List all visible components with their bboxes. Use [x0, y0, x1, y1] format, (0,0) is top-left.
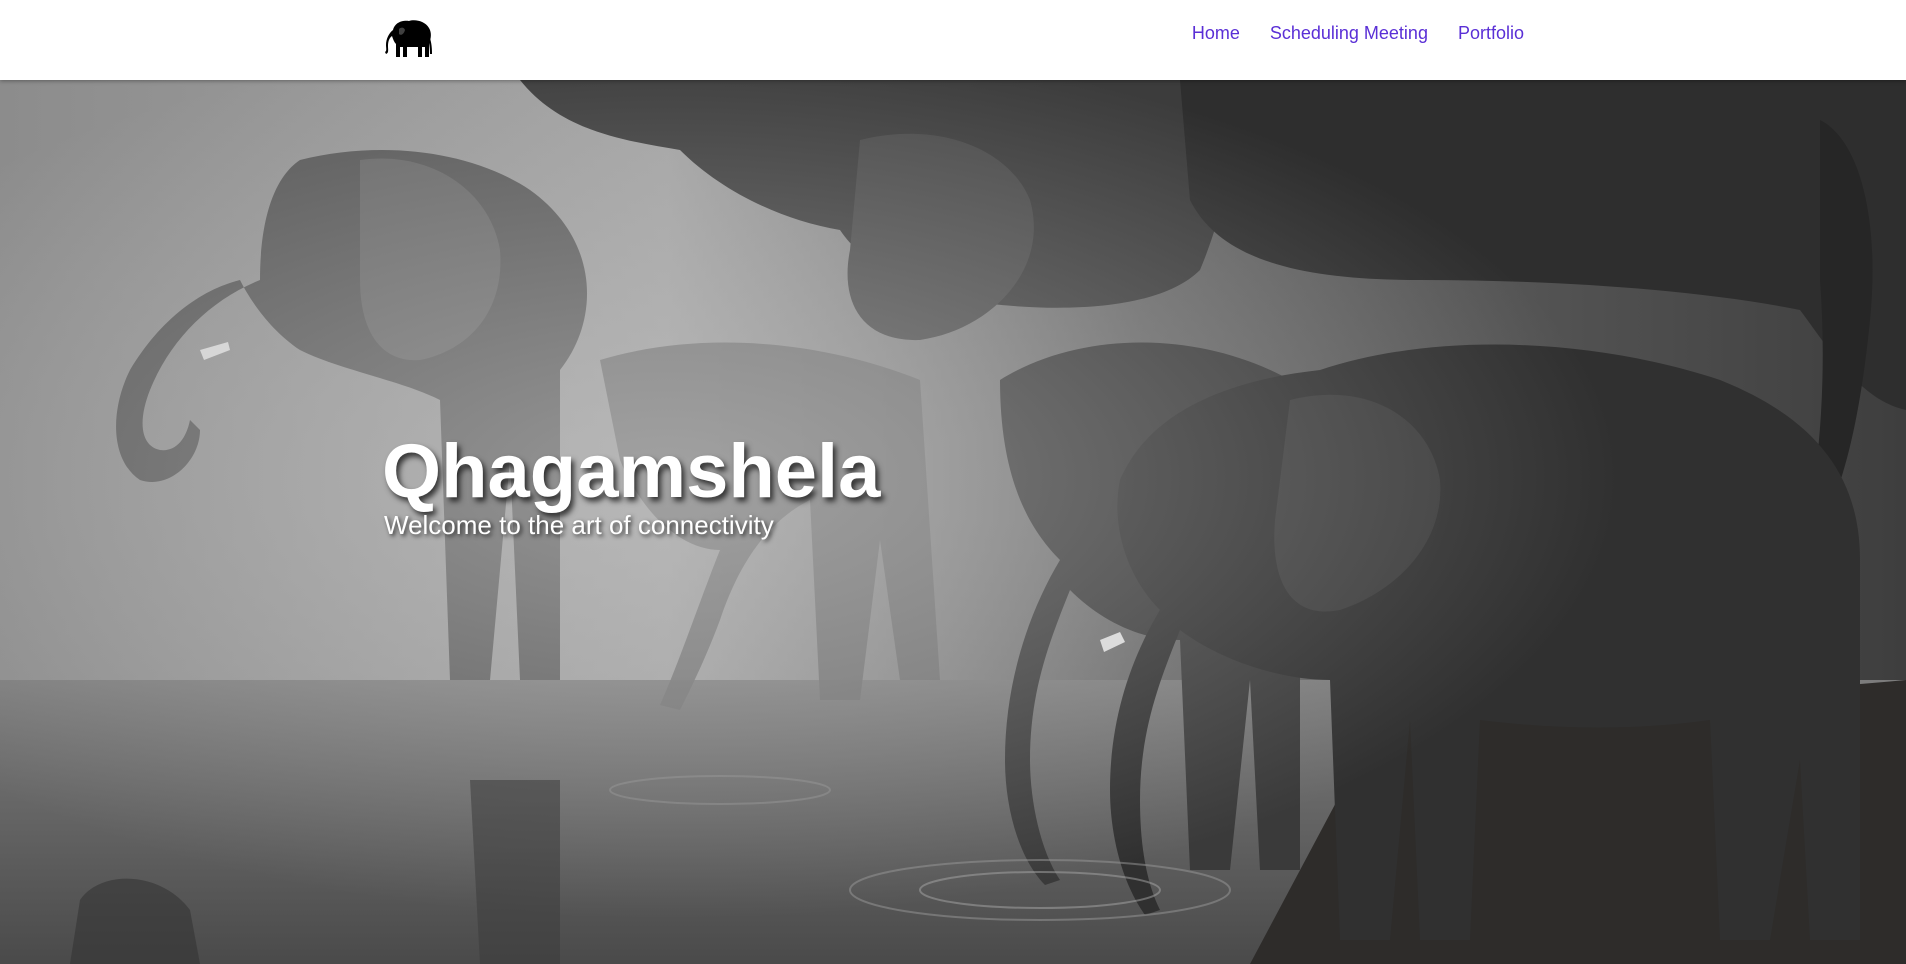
hero-title: Qhagamshela [382, 429, 881, 514]
site-logo[interactable] [383, 16, 435, 60]
hero-section: Qhagamshela Welcome to the art of connec… [0, 80, 1906, 964]
nav-home[interactable]: Home [1192, 22, 1240, 44]
elephant-icon [385, 20, 432, 57]
main-nav: Home Scheduling Meeting Portfolio [1192, 22, 1524, 44]
nav-portfolio[interactable]: Portfolio [1458, 22, 1524, 44]
hero-background-image [0, 80, 1906, 964]
top-navbar: Home Scheduling Meeting Portfolio [0, 0, 1906, 80]
nav-scheduling-meeting[interactable]: Scheduling Meeting [1270, 22, 1428, 44]
hero-subtitle: Welcome to the art of connectivity [384, 510, 774, 540]
